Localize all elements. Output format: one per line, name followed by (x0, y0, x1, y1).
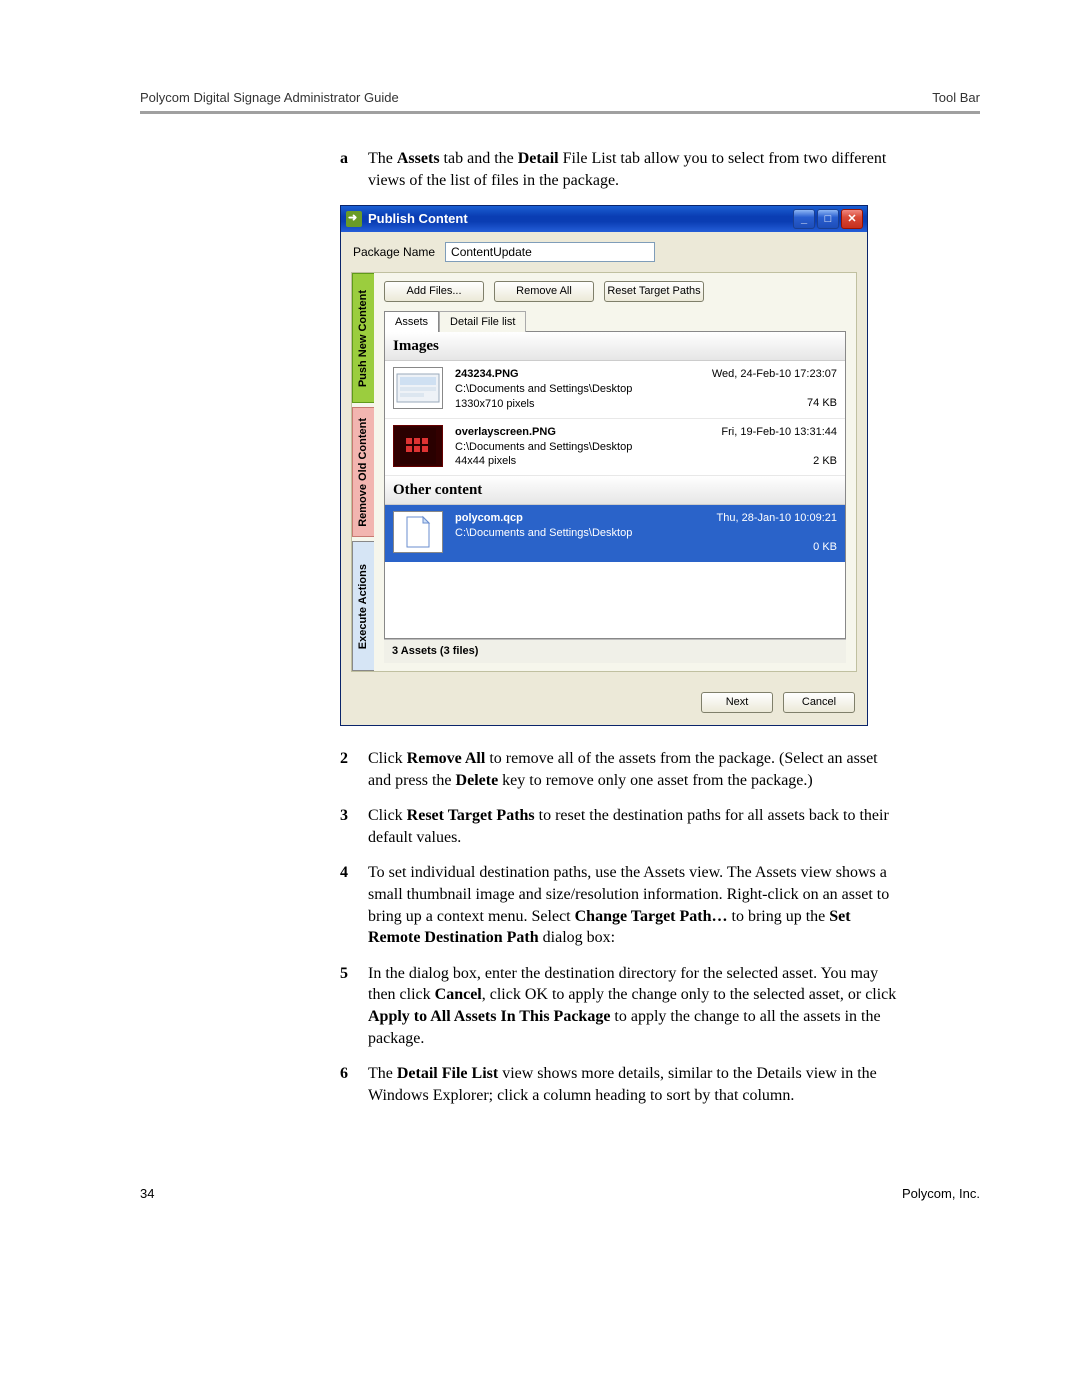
header-divider (140, 111, 980, 114)
file-size: 0 KB (692, 540, 837, 555)
page-header: Polycom Digital Signage Administrator Gu… (140, 90, 980, 111)
cancel-button[interactable]: Cancel (783, 692, 855, 713)
publish-content-window: Publish Content _ □ ✕ Package Name Push … (340, 205, 868, 726)
package-name-label: Package Name (353, 244, 435, 260)
list-item[interactable]: overlayscreen.PNG C:\Documents and Setti… (385, 419, 845, 477)
step-num: 3 (340, 805, 368, 848)
thumbnail-icon (393, 367, 443, 409)
file-path: C:\Documents and Settings\Desktop (455, 440, 680, 455)
step-num: 4 (340, 862, 368, 948)
status-assets-count: 3 Assets (3 files) (384, 639, 846, 663)
list-item[interactable]: 243234.PNG C:\Documents and Settings\Des… (385, 361, 845, 419)
page-footer: 34 Polycom, Inc. (140, 1186, 980, 1201)
company-name: Polycom, Inc. (902, 1186, 980, 1201)
step-4: 4 To set individual destination paths, u… (340, 862, 900, 948)
maximize-button[interactable]: □ (817, 209, 839, 229)
file-path: C:\Documents and Settings\Desktop (455, 382, 680, 397)
header-right: Tool Bar (932, 90, 980, 105)
minimize-button[interactable]: _ (793, 209, 815, 229)
thumbnail-icon (393, 511, 443, 553)
group-header-other: Other content (385, 476, 845, 505)
window-title: Publish Content (368, 210, 793, 228)
reset-target-paths-button[interactable]: Reset Target Paths (604, 281, 704, 302)
sidetab-push-new-content[interactable]: Push New Content (352, 273, 374, 403)
step-2: 2 Click Remove All to remove all of the … (340, 748, 900, 791)
asset-list: Images 243234.PNG C:\Documents and Setti… (384, 331, 846, 639)
file-date: Thu, 28-Jan-10 10:09:21 (692, 511, 837, 526)
sidetab-execute-actions[interactable]: Execute Actions (352, 541, 374, 671)
app-icon (346, 211, 362, 227)
step-6: 6 The Detail File List view shows more d… (340, 1063, 900, 1106)
file-path: C:\Documents and Settings\Desktop (455, 526, 680, 541)
step-5: 5 In the dialog box, enter the destinati… (340, 963, 900, 1049)
file-size: 74 KB (692, 396, 837, 411)
package-name-input[interactable] (445, 242, 655, 262)
file-date: Wed, 24-Feb-10 17:23:07 (692, 367, 837, 382)
file-date: Fri, 19-Feb-10 13:31:44 (692, 425, 837, 440)
page-number: 34 (140, 1186, 154, 1201)
step-num: 6 (340, 1063, 368, 1106)
file-size: 2 KB (692, 454, 837, 469)
next-button[interactable]: Next (701, 692, 773, 713)
file-dimensions: 1330x710 pixels (455, 397, 680, 412)
step-num: 2 (340, 748, 368, 791)
close-button[interactable]: ✕ (841, 209, 863, 229)
titlebar[interactable]: Publish Content _ □ ✕ (341, 206, 867, 232)
step-a: a The Assets tab and the Detail File Lis… (340, 148, 900, 191)
file-name: overlayscreen.PNG (455, 425, 680, 440)
file-name: polycom.qcp (455, 511, 680, 526)
thumbnail-icon (393, 425, 443, 467)
file-name: 243234.PNG (455, 367, 680, 382)
file-dimensions: 44x44 pixels (455, 454, 680, 469)
header-left: Polycom Digital Signage Administrator Gu… (140, 90, 399, 105)
step-3: 3 Click Reset Target Paths to reset the … (340, 805, 900, 848)
list-item[interactable]: polycom.qcp C:\Documents and Settings\De… (385, 505, 845, 562)
step-num: 5 (340, 963, 368, 1049)
tab-detail-file-list[interactable]: Detail File list (439, 311, 526, 332)
group-header-images: Images (385, 332, 845, 361)
add-files-button[interactable]: Add Files... (384, 281, 484, 302)
step-num: a (340, 148, 368, 191)
remove-all-button[interactable]: Remove All (494, 281, 594, 302)
tab-assets[interactable]: Assets (384, 311, 439, 332)
sidetab-remove-old-content[interactable]: Remove Old Content (352, 407, 374, 537)
